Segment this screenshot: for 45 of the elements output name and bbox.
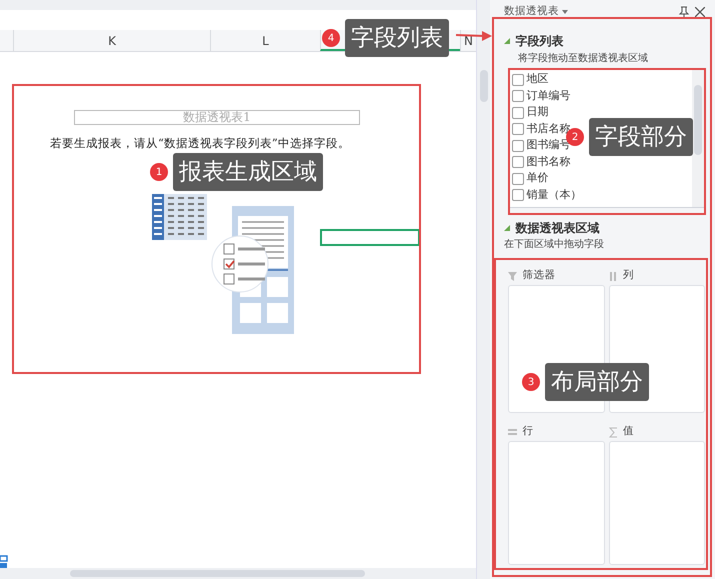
- scrollbar-thumb[interactable]: [480, 70, 488, 102]
- checkbox[interactable]: [512, 106, 524, 118]
- area-label: 值: [623, 424, 634, 440]
- columns-icon: [608, 270, 618, 282]
- sigma-icon: [608, 426, 618, 438]
- field-name: 日期: [526, 104, 548, 120]
- close-icon[interactable]: [695, 7, 705, 17]
- checkbox[interactable]: [512, 74, 524, 86]
- callout-tooltip: 字段部分: [589, 118, 693, 156]
- column-header[interactable]: L: [210, 30, 320, 51]
- scrollbar-thumb[interactable]: [694, 84, 702, 154]
- rows-icon: [508, 426, 517, 438]
- column-header[interactable]: K: [13, 30, 210, 51]
- area-label: 列: [623, 268, 634, 284]
- field-name: 单价: [526, 170, 548, 186]
- callout-tooltip: 报表生成区域: [173, 153, 323, 192]
- hint-text: 在下面区域中拖动字段: [504, 239, 605, 252]
- checkbox[interactable]: [512, 140, 524, 152]
- area-label: 筛选器: [522, 268, 556, 284]
- checkbox[interactable]: [512, 90, 524, 102]
- callout-tooltip: 字段列表: [345, 19, 449, 58]
- checkbox[interactable]: [512, 189, 524, 201]
- step-badge-tooltip: 1: [150, 163, 168, 182]
- checkbox[interactable]: [512, 156, 524, 168]
- expand-triangle-icon[interactable]: [504, 224, 510, 230]
- field-name: 图书名称: [526, 154, 570, 170]
- caret-icon[interactable]: [562, 10, 568, 14]
- hint-text: 将字段拖动至数据透视表区域: [517, 52, 649, 65]
- expand-triangle-icon[interactable]: [504, 38, 510, 44]
- funnel-icon: [508, 270, 517, 282]
- sheet-tool-icon[interactable]: [0, 554, 8, 568]
- panel-title: 数据透视表: [504, 4, 559, 20]
- checkbox[interactable]: [512, 172, 524, 184]
- field-name: 销量（本）: [526, 186, 582, 203]
- area-label: 行: [522, 424, 534, 440]
- checkbox[interactable]: [512, 123, 524, 135]
- section-heading: 数据透视表区域: [516, 220, 600, 236]
- section-heading: 字段列表: [516, 33, 564, 50]
- field-name: 订单编号: [526, 88, 570, 104]
- field-name: 地区: [526, 71, 548, 88]
- callout-tooltip: 布局部分: [545, 363, 649, 402]
- instruction-text: 若要生成报表，请从“数据透视表字段列表”中选择字段。: [50, 135, 351, 152]
- pin-icon[interactable]: [678, 6, 690, 18]
- scrollbar-thumb[interactable]: [70, 570, 365, 577]
- pivot-title-field: 数据透视表1: [74, 110, 360, 125]
